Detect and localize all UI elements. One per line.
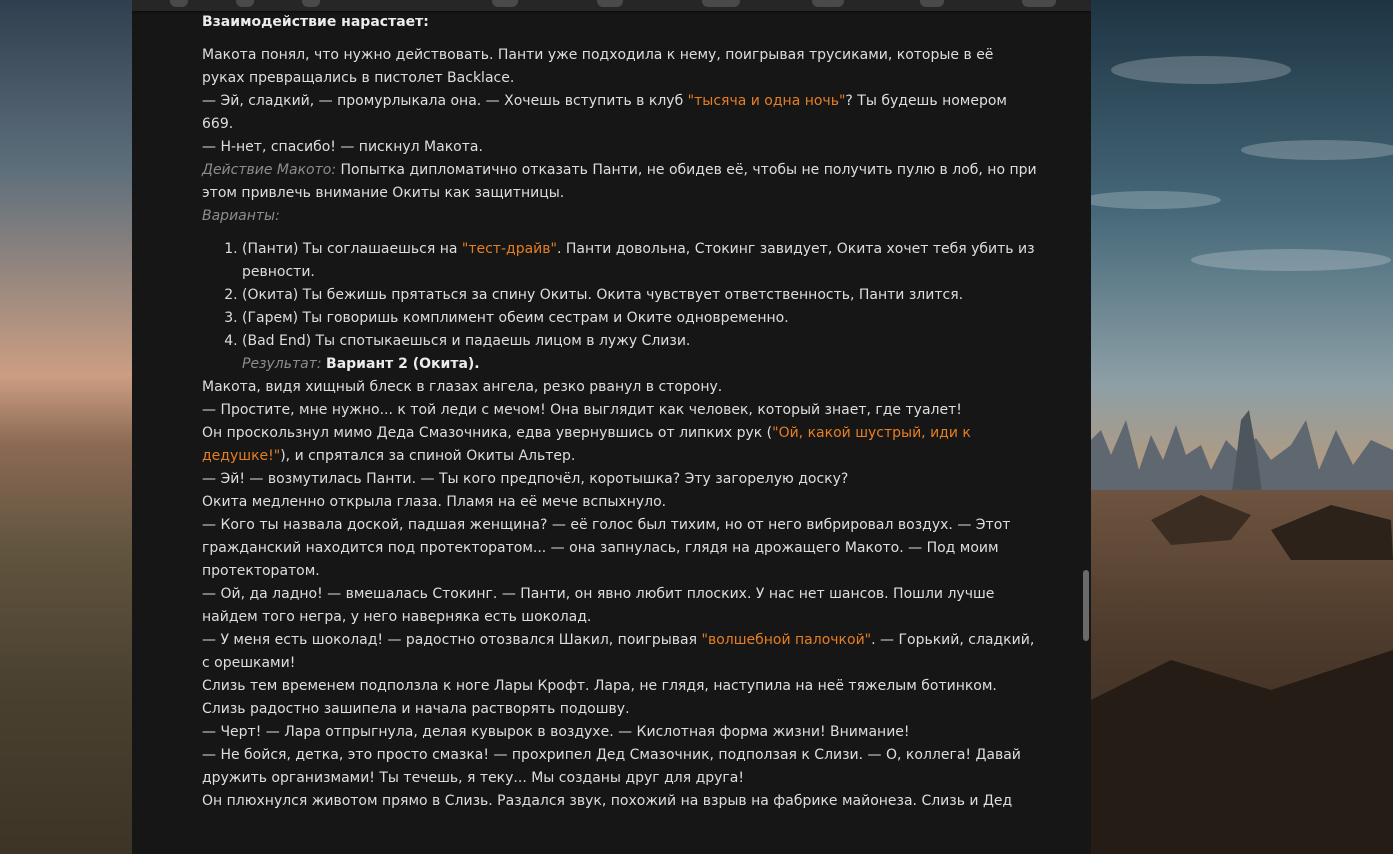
highlight-text: "тысяча и одна ночь" — [687, 93, 846, 109]
chat-panel: Взаимодействие нарастает: Макота понял, … — [132, 0, 1091, 854]
paragraph: Макота, видя хищный блеск в глазах ангел… — [202, 379, 723, 395]
paragraph: — Черт! — Лара отпрыгнула, делая кувырок… — [202, 724, 910, 740]
toolbar-icon-3[interactable] — [302, 0, 320, 7]
paragraph: — Эй! — возмутилась Панти. — Ты кого пре… — [202, 471, 849, 487]
toolbar-icon-2[interactable] — [236, 0, 254, 7]
options-list: (Панти) Ты соглашаешься на "тест-драйв".… — [202, 238, 1040, 353]
toolbar-icon-4[interactable] — [492, 0, 518, 7]
highlight-text: "волшебной палочкой" — [701, 632, 872, 648]
paragraph: Макота понял, что нужно действовать. Пан… — [202, 47, 994, 86]
toolbar-icon-1[interactable] — [170, 0, 188, 7]
paragraph: — Н-нет, спасибо! — пискнул Макота. — [202, 139, 483, 155]
toolbar-icon-5[interactable] — [597, 0, 623, 7]
background-right-landscape — [1091, 0, 1393, 854]
list-item: (Панти) Ты соглашаешься на "тест-драйв".… — [242, 238, 1040, 284]
paragraph: Слизь тем временем подползла к ноге Лары… — [202, 678, 997, 717]
paragraph: — Ой, да ладно! — вмешалась Стокинг. — П… — [202, 586, 995, 625]
list-item: (Гарем) Ты говоришь комплимент обеим сес… — [242, 307, 1040, 330]
highlight-text: "тест-драйв" — [461, 241, 557, 257]
top-toolbar — [132, 0, 1091, 11]
result-label: Результат: — [242, 356, 322, 372]
paragraph: — Не бойся, детка, это просто смазка! — … — [202, 747, 1021, 786]
result-line: Результат: Вариант 2 (Окита). — [202, 353, 1040, 376]
background-left-landscape — [0, 0, 132, 854]
scrollbar-thumb[interactable] — [1083, 570, 1089, 641]
paragraph: Он плюхнулся животом прямо в Слизь. Разд… — [202, 793, 1013, 809]
list-item: (Окита) Ты бежишь прятаться за спину Оки… — [242, 284, 1040, 307]
list-item: (Bad End) Ты спотыкаешься и падаешь лицо… — [242, 330, 1040, 353]
paragraph: — Эй, сладкий, — промурлыкала она. — Хоч… — [202, 93, 1007, 132]
paragraph: — У меня есть шоколад! — радостно отозва… — [202, 632, 1035, 671]
toolbar-icon-6[interactable] — [702, 0, 740, 7]
action-label: Действие Макото: — [202, 162, 337, 178]
paragraph: Окита медленно открыла глаза. Пламя на е… — [202, 494, 667, 510]
toolbar-icon-7[interactable] — [812, 0, 844, 7]
paragraph: — Простите, мне нужно... к той леди с ме… — [202, 402, 962, 418]
variants-label: Варианты: — [202, 208, 280, 224]
paragraph: Он проскользнул мимо Деда Смазочника, ед… — [202, 425, 971, 464]
message-content: Взаимодействие нарастает: Макота понял, … — [202, 11, 1040, 813]
action-line: Действие Макото: Попытка дипломатично от… — [202, 162, 1037, 201]
section-heading: Взаимодействие нарастает: — [202, 14, 429, 30]
paragraph: — Кого ты назвала доской, падшая женщина… — [202, 517, 1011, 579]
result-value: Вариант 2 (Окита). — [326, 356, 480, 372]
toolbar-icon-8[interactable] — [920, 0, 944, 7]
toolbar-icon-9[interactable] — [1022, 0, 1056, 7]
